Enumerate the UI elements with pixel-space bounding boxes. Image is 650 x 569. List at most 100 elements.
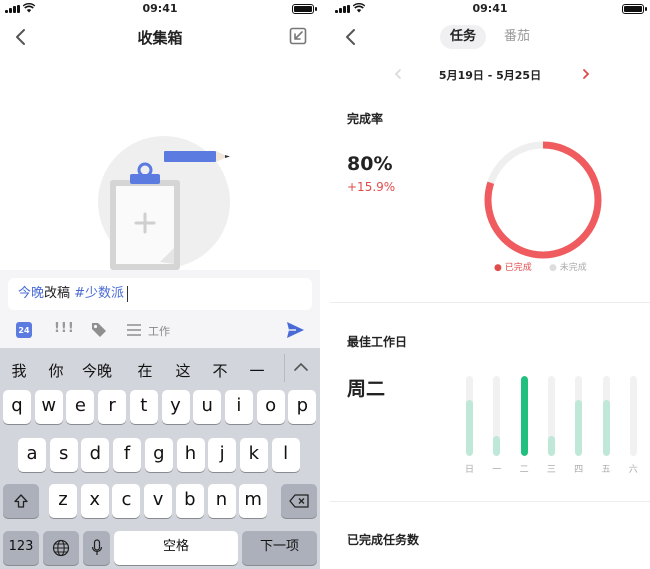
legend-done: ● 已完成 — [494, 263, 532, 273]
key-g[interactable]: g — [144, 438, 173, 472]
weekday-bar-track — [520, 376, 528, 456]
weekday-label: 五 — [601, 465, 611, 475]
key-b[interactable]: b — [175, 484, 204, 518]
quick-add-toolbar: 24 !!! 工作 — [0, 318, 320, 342]
chevron-left-icon[interactable] — [392, 68, 404, 80]
key-d[interactable]: d — [81, 438, 110, 472]
candidate-bar: 我 你 今晚 在 这 不 一 — [0, 348, 320, 388]
key-p[interactable]: p — [288, 390, 317, 424]
legend-done-label: 已完成 — [504, 263, 532, 273]
key-h[interactable]: h — [176, 438, 205, 472]
section-divider — [330, 501, 650, 502]
back-arrow-icon[interactable] — [340, 26, 362, 48]
battery-icon — [622, 4, 647, 14]
weekday-bar — [493, 436, 501, 456]
tab-pomodoro[interactable]: 番茄 — [494, 25, 540, 49]
shift-key[interactable] — [3, 484, 39, 518]
battery-icon — [292, 4, 317, 14]
weekday-bar-track — [466, 376, 473, 456]
screen-divider — [320, 0, 330, 569]
key-l[interactable]: l — [271, 438, 300, 472]
weekday-label: 三 — [546, 465, 556, 475]
statistics-screen: 09:41 任务 番茄 5月19日 - 5月25日 完成率 80% +15.9%… — [330, 0, 650, 569]
chevron-right-icon[interactable] — [580, 68, 592, 80]
numbers-key[interactable]: 123 — [3, 531, 39, 565]
legend-undone: ● 未完成 — [549, 263, 587, 273]
status-time: 09:41 — [472, 2, 508, 15]
weekday-label: 日 — [464, 465, 474, 475]
input-token-date: 今晚 — [18, 286, 45, 301]
key-w[interactable]: w — [34, 390, 63, 424]
globe-key[interactable] — [43, 531, 79, 565]
weekday-label: 二 — [519, 465, 529, 475]
status-bar: 09:41 — [330, 0, 650, 18]
key-z[interactable]: z — [49, 484, 77, 518]
key-v[interactable]: v — [144, 484, 173, 518]
priority-icon[interactable]: !!! — [54, 321, 75, 341]
key-x[interactable]: x — [80, 484, 109, 518]
inbox-screen: 09:41 收集箱 今晚改稿 #少数派 24 !!! 工作 我 你 今晚 在 这… — [0, 0, 320, 569]
list-icon[interactable] — [126, 323, 142, 337]
status-bar: 09:41 — [0, 0, 320, 18]
legend-undone-label: 未完成 — [559, 263, 587, 273]
key-i[interactable]: i — [224, 390, 253, 424]
key-q[interactable]: q — [3, 390, 31, 424]
input-token-tag: #少数派 — [70, 286, 125, 301]
nav-bar: 收集箱 — [0, 22, 320, 52]
weekday-bar-track — [493, 376, 501, 456]
candidate-word[interactable]: 这 — [172, 360, 194, 381]
key-c[interactable]: c — [112, 484, 141, 518]
input-token-text: 改稿 — [44, 286, 71, 301]
weekday-bar — [575, 400, 583, 456]
key-o[interactable]: o — [256, 390, 285, 424]
backspace-key[interactable] — [281, 484, 317, 518]
tag-icon[interactable] — [90, 321, 108, 339]
candidate-word[interactable]: 不 — [209, 360, 231, 381]
microphone-icon — [91, 539, 102, 555]
key-j[interactable]: j — [208, 438, 237, 472]
candidate-word[interactable]: 我 — [8, 360, 30, 381]
candidate-word[interactable]: 你 — [45, 360, 67, 381]
key-f[interactable]: f — [113, 438, 142, 472]
list-label[interactable]: 工作 — [148, 323, 170, 343]
key-y[interactable]: y — [161, 390, 190, 424]
task-input[interactable]: 今晚改稿 #少数派 — [8, 278, 312, 310]
calendar-icon[interactable]: 24 — [16, 322, 32, 338]
key-u[interactable]: u — [193, 390, 222, 424]
key-s[interactable]: s — [49, 438, 78, 472]
completion-ring-chart — [484, 141, 602, 259]
key-a[interactable]: a — [18, 438, 46, 472]
shift-icon — [14, 494, 28, 508]
send-icon[interactable] — [285, 320, 305, 340]
key-m[interactable]: m — [239, 484, 268, 518]
exit-fullscreen-icon[interactable] — [288, 26, 308, 46]
candidate-word[interactable]: 今晚 — [78, 360, 116, 381]
empty-inbox-illustration — [98, 136, 230, 270]
weekday-bar-track — [547, 376, 555, 456]
key-e[interactable]: e — [66, 390, 95, 424]
section-title-completion: 完成率 — [347, 112, 384, 126]
weekday-bar — [466, 400, 473, 456]
keyboard: 我 你 今晚 在 这 不 一 123 空格 下一项 q w e r t y u … — [0, 348, 320, 569]
backspace-icon — [289, 494, 309, 508]
key-n[interactable]: n — [207, 484, 236, 518]
date-range: 5月19日 - 5月25日 — [438, 69, 542, 82]
key-k[interactable]: k — [239, 438, 268, 472]
candidate-word[interactable]: 一 — [246, 360, 268, 381]
tab-tasks[interactable]: 任务 — [440, 25, 486, 49]
microphone-key[interactable] — [83, 531, 110, 565]
next-item-key[interactable]: 下一项 — [242, 531, 317, 565]
text-caret — [127, 285, 129, 302]
section-divider — [330, 302, 650, 303]
weekday-bar-track — [575, 376, 583, 456]
space-key[interactable]: 空格 — [114, 531, 238, 565]
quick-add-panel: 今晚改稿 #少数派 24 !!! 工作 — [0, 270, 320, 348]
candidate-word[interactable]: 在 — [134, 360, 156, 381]
weekday-bar — [520, 376, 528, 456]
key-r[interactable]: r — [98, 390, 127, 424]
key-t[interactable]: t — [129, 390, 158, 424]
chevron-up-icon[interactable] — [292, 360, 310, 374]
globe-icon — [52, 539, 70, 557]
weekday-label: 四 — [574, 465, 584, 475]
completion-rate: 80% — [347, 153, 393, 175]
